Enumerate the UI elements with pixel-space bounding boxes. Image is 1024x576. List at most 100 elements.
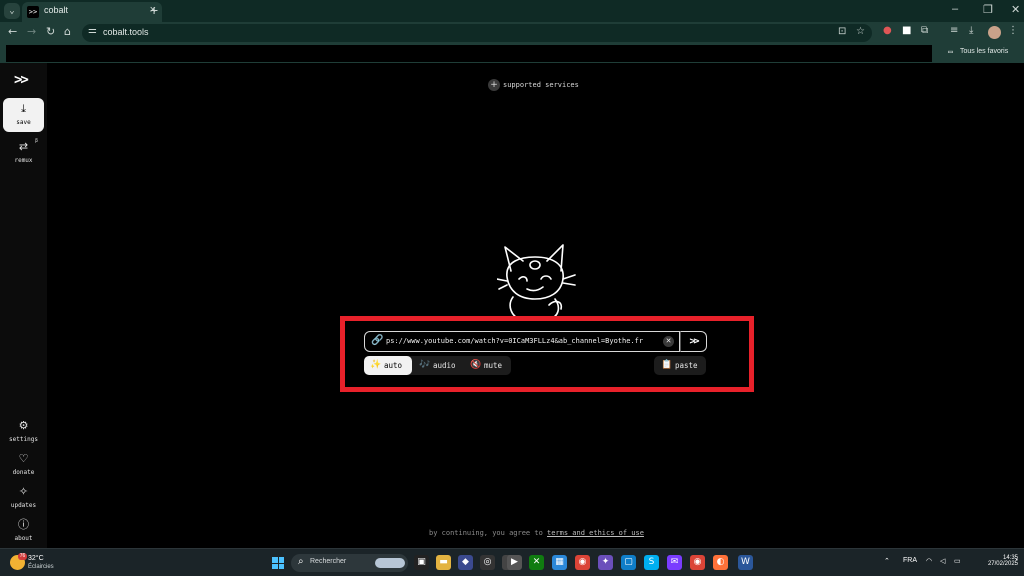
extension-dark-icon[interactable]: ■ [902,25,911,36]
extensions-icon[interactable]: ⧉ [921,25,928,36]
folder-icon: ▭ [948,47,953,56]
notifications-icon[interactable]: ◔ [1014,557,1018,564]
address-bar[interactable]: ⚌ cobalt.tools ⊡ ☆ [82,24,872,42]
language-indicator[interactable]: FRA [903,557,917,564]
taskbar-clock[interactable]: 14:35 27/02/2025 [980,555,1018,567]
tab-search-icon[interactable]: ⌄ [4,3,20,19]
tab-strip: ⌄ >> cobalt × + – ❐ ✕ [0,0,1024,22]
minimize-icon[interactable]: – [952,3,958,15]
terms-footer: by continuing, you agree to terms and et… [429,529,644,537]
paste-label: paste [675,361,698,370]
mode-label: auto [384,361,403,370]
clock-date: 27/02/2025 [987,561,1018,567]
firefox-icon[interactable]: ◐ [713,555,728,570]
photos-icon[interactable]: ▦ [552,555,567,570]
cobalt-logo[interactable]: >> [14,72,29,88]
xbox-icon[interactable]: ✕ [529,555,544,570]
weather-badge: 76 [18,553,27,560]
plus-icon: + [488,78,500,91]
bookmarks-redacted [6,45,932,62]
url-input[interactable]: 🔗 ps://www.youtube.com/watch?v=0ICaM3FLL… [364,331,680,352]
download-icon[interactable]: ⤓ [969,25,973,36]
sidebar-item-label: about [14,535,33,542]
skype-icon[interactable]: S [644,555,659,570]
chrome-active-icon[interactable]: ◉ [690,555,705,570]
url-input-value: ps://www.youtube.com/watch?v=0ICaM3FLLz4… [386,337,644,345]
download-mode-switcher: ✨ auto 🎶 audio 🔇 mute [364,356,511,375]
app-icon-2[interactable]: ◎ [480,555,495,570]
sidebar-item-remux[interactable]: β ⇄ remux [3,136,44,170]
sparkle-icon: ✧ [18,485,29,498]
new-tab-button[interactable]: + [150,2,158,18]
sidebar-item-label: save [16,119,31,126]
gear-icon: ⚙ [18,419,29,432]
taskbar-search[interactable]: ⌕ Rechercher [291,554,408,572]
profile-avatar[interactable] [988,26,1001,39]
input-highlight-box [340,316,754,392]
paste-button[interactable]: 📋 paste [654,356,706,375]
cobalt-page: >> ⤓ save β ⇄ remux ⚙ settings ♡ donate … [0,63,1024,548]
footer-text: by continuing, you agree to [429,529,548,537]
sidebar-item-donate[interactable]: ♡ donate [3,448,44,482]
weather-condition: Éclaircies [28,564,54,570]
info-icon: ⓘ [18,518,29,531]
clipboard-icon: 📋 [661,360,673,370]
meowth-mascot-icon [497,244,576,320]
extension-shield-icon[interactable]: ● [883,25,892,36]
star-icon[interactable]: ☆ [856,26,865,37]
windows-start-icon[interactable] [272,557,284,569]
sidebar-item-label: updates [10,502,37,509]
all-bookmarks-button[interactable]: Tous les favoris [960,48,1008,55]
beta-badge: β [34,138,38,144]
weather-temperature: 32°C [28,555,44,562]
sidebar-item-save[interactable]: ⤓ save [3,98,44,132]
file-explorer-icon[interactable]: ▬ [436,555,451,570]
tray-chevron-icon[interactable]: ⌃ [884,557,890,565]
game-icon[interactable]: ✦ [598,555,613,570]
window-close-icon[interactable]: ✕ [1011,3,1020,16]
install-icon[interactable]: ⊡ [838,26,846,37]
sidebar-item-settings[interactable]: ⚙ settings [3,415,44,449]
media-player-icon[interactable]: ▶ [507,555,522,570]
home-icon[interactable]: ⌂ [64,25,71,38]
app-icon-4[interactable]: ▢ [621,555,636,570]
reload-icon[interactable]: ↻ [46,25,55,38]
sidebar-item-updates[interactable]: ✧ updates [3,481,44,515]
media-icon[interactable]: ≡ [950,25,958,36]
volume-icon[interactable]: ◁ [940,557,945,565]
taskbar-search-placeholder: Rechercher [310,558,347,565]
sidebar: >> ⤓ save β ⇄ remux ⚙ settings ♡ donate … [0,63,47,548]
mode-audio-button[interactable]: 🎶 audio [413,356,463,375]
download-go-button[interactable]: >> [680,331,707,352]
browser-toolbar: ← → ↻ ⌂ ⚌ cobalt.tools ⊡ ☆ ● ■ ⧉ ≡ ⤓ ⋮ [0,22,1024,44]
task-view-icon[interactable]: ▣ [414,555,429,570]
mode-auto-button[interactable]: ✨ auto [364,356,412,375]
app-icon-1[interactable]: ◆ [458,555,473,570]
sparkles-icon: ✨ [370,360,382,370]
restore-icon[interactable]: ❐ [983,3,993,16]
address-url: cobalt.tools [103,27,149,37]
browser-tab[interactable]: >> cobalt × [22,2,162,22]
supported-services-label: supported services [503,80,579,89]
supported-services-button[interactable]: + supported services [488,74,579,91]
terms-link[interactable]: terms and ethics of use [547,529,644,537]
chrome-icon[interactable]: ◉ [575,555,590,570]
link-icon: 🔗 [371,335,384,346]
site-settings-icon[interactable]: ⚌ [88,25,97,36]
back-icon[interactable]: ← [8,25,17,38]
messenger-icon[interactable]: ✉ [667,555,682,570]
tab-title: cobalt [44,5,69,15]
clear-input-icon[interactable]: ✕ [663,336,674,347]
mute-icon: 🔇 [470,360,482,370]
word-icon[interactable]: W [738,555,753,570]
wifi-icon[interactable]: ◠ [926,557,932,565]
battery-icon[interactable]: ▭ [954,557,961,565]
sidebar-item-about[interactable]: ⓘ about [3,514,44,548]
mode-label: mute [484,361,503,370]
forward-icon[interactable]: → [27,25,36,38]
mode-mute-button[interactable]: 🔇 mute [464,356,511,375]
cobalt-favicon-icon: >> [27,6,39,18]
windows-taskbar: 76 32°C Éclaircies ⌕ Rechercher ▣ ▬ ◆ ◎ … [0,548,1024,576]
music-notes-icon: 🎶 [419,360,431,370]
menu-icon[interactable]: ⋮ [1008,25,1018,36]
